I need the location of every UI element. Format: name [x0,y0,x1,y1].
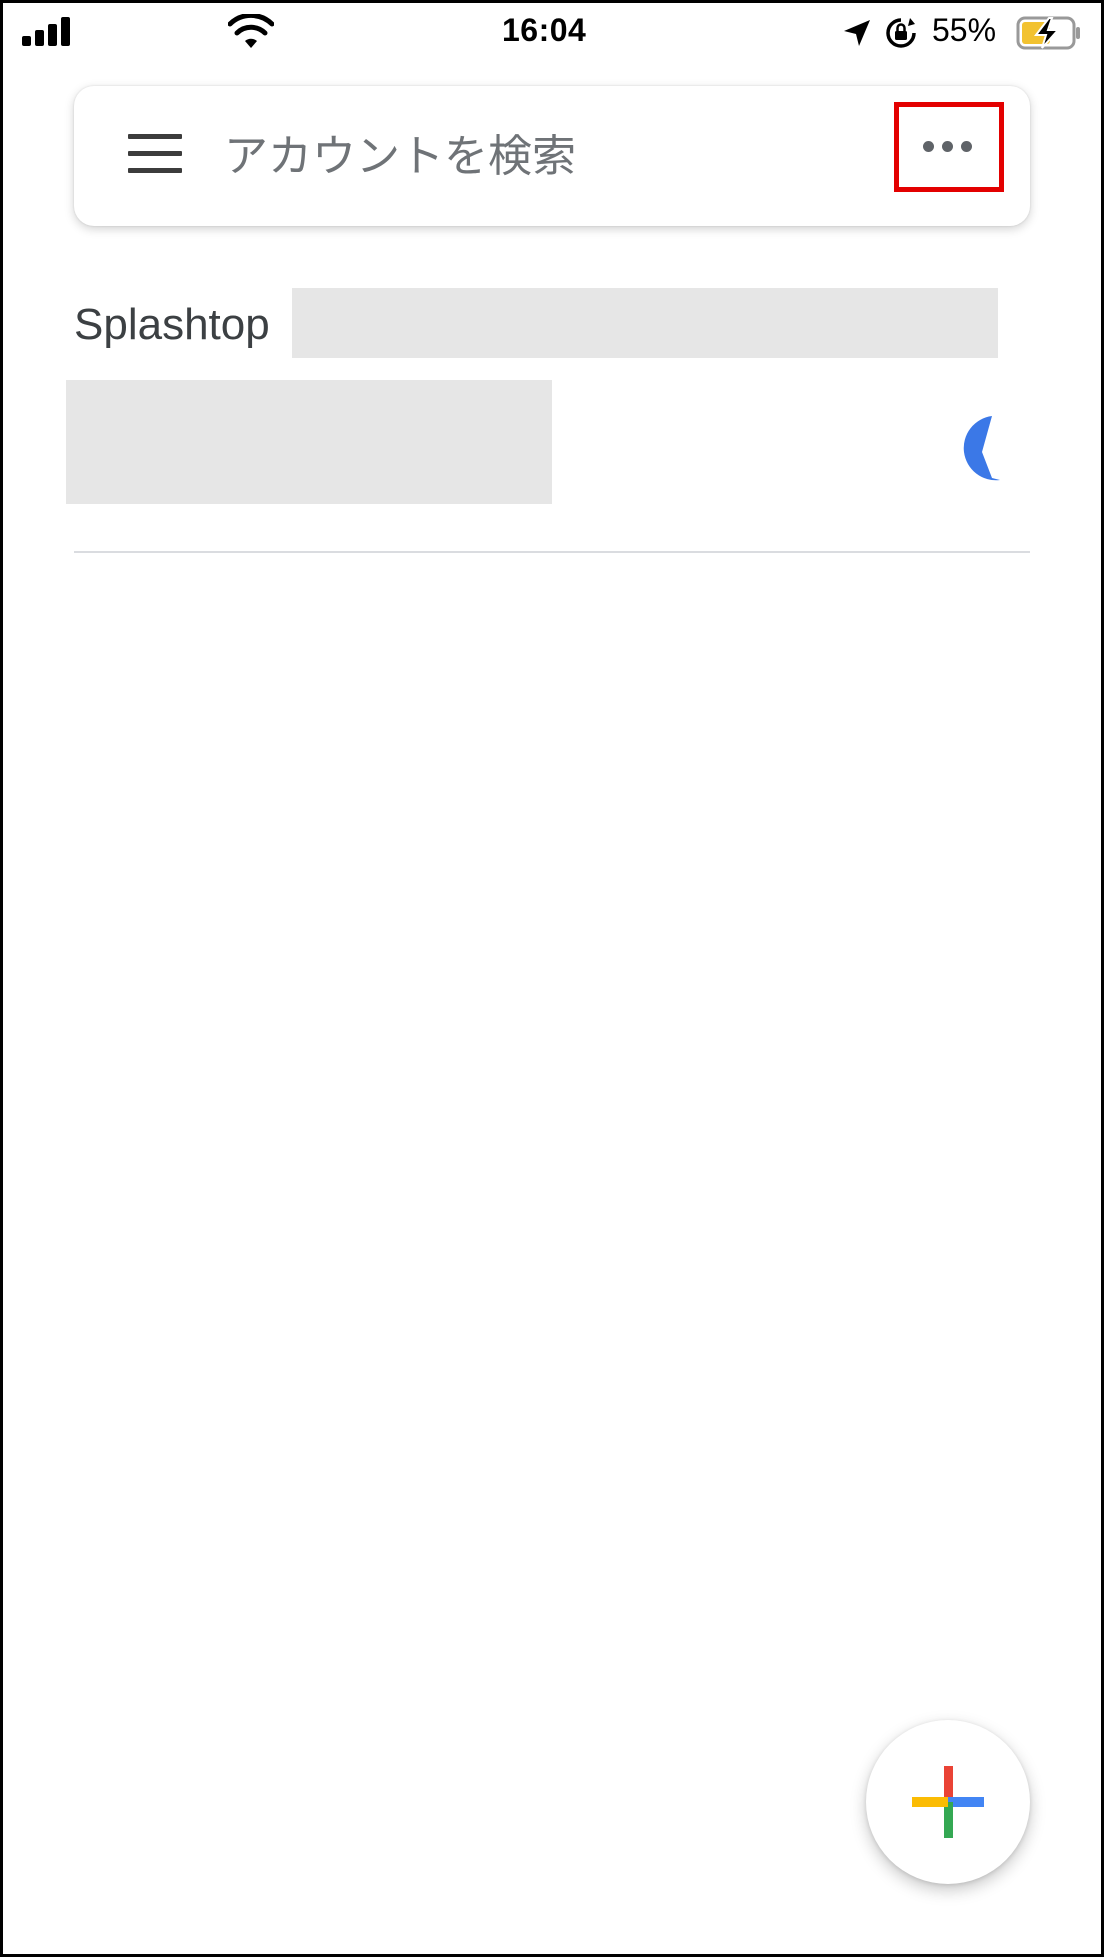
rotation-lock-icon [886,18,916,48]
countdown-timer-icon [963,416,1000,481]
status-bar: 16:04 55% [0,0,1104,70]
location-arrow-icon [844,20,870,46]
more-horizontal-icon [923,141,975,153]
battery-percentage: 55% [932,12,997,48]
account-list-item[interactable]: Splashtop [0,280,1104,556]
add-plus-icon [912,1766,984,1838]
signal-icon [22,16,74,46]
account-issuer: Splashtop [74,300,270,349]
add-account-button[interactable] [866,1720,1030,1884]
wifi-icon [228,14,274,48]
list-divider [74,551,1030,553]
redacted-otp-code [66,380,552,504]
battery-charging-icon [1016,16,1080,50]
hamburger-menu-icon[interactable] [128,134,182,174]
search-bar [74,86,1030,226]
search-input[interactable] [224,126,784,186]
more-options-button[interactable] [894,102,1004,192]
status-time: 16:04 [502,12,587,48]
redacted-account-name [292,288,998,358]
